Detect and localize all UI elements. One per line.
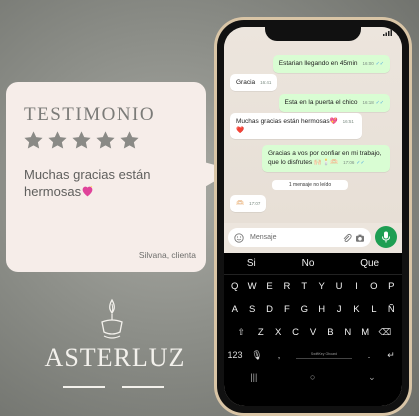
phone-bezel: Estarian llegando en 45min 16:00 ✓✓ Graci… bbox=[217, 20, 409, 413]
message-bubble-incoming[interactable]: Muchas gracias están hermosas💖 16:51 ❤️ bbox=[230, 113, 362, 139]
recent-apps-icon[interactable]: ||| bbox=[250, 372, 257, 382]
comma-key[interactable]: , bbox=[268, 350, 290, 360]
key[interactable]: A bbox=[226, 304, 243, 315]
message-input-bar[interactable]: Mensaje bbox=[228, 228, 371, 247]
key[interactable]: R bbox=[278, 281, 295, 292]
key[interactable]: Z bbox=[252, 327, 269, 338]
candle-icon bbox=[101, 298, 123, 339]
logo-underline-left bbox=[63, 386, 105, 388]
key[interactable]: X bbox=[270, 327, 287, 338]
microphone-key-icon[interactable]: 🎙 bbox=[246, 350, 268, 361]
star-icon bbox=[120, 131, 139, 149]
key[interactable]: O bbox=[365, 281, 382, 292]
message-text: Muchas gracias están hermosas💖 bbox=[236, 118, 338, 125]
key[interactable]: K bbox=[348, 304, 365, 315]
enter-key-icon[interactable]: ↵ bbox=[380, 350, 402, 361]
key[interactable]: Q bbox=[226, 281, 243, 292]
star-icon bbox=[48, 131, 67, 149]
key[interactable]: D bbox=[261, 304, 278, 315]
star-icon bbox=[96, 131, 115, 149]
brand-logo-text: ASTERLUZ bbox=[44, 343, 186, 372]
message-bubble-incoming[interactable]: Gracia 16:41 bbox=[230, 74, 278, 91]
sparkling-heart-icon bbox=[82, 185, 93, 197]
message-text: 🫶🏻 bbox=[236, 200, 245, 207]
key[interactable]: H bbox=[313, 304, 330, 315]
star-icon bbox=[72, 131, 91, 149]
suggestion-strip: Si No Que bbox=[224, 253, 402, 275]
message-text: Gracia bbox=[236, 79, 256, 86]
signal-icon bbox=[383, 29, 392, 36]
backspace-key-icon[interactable]: ⌫ bbox=[374, 327, 396, 338]
read-ticks-icon: ✓✓ bbox=[375, 100, 384, 106]
phone-notch bbox=[265, 27, 361, 41]
message-time: 17:06 bbox=[343, 160, 355, 165]
attach-icon[interactable] bbox=[342, 233, 352, 243]
key[interactable]: C bbox=[287, 327, 304, 338]
message-time: 17:07 bbox=[249, 201, 261, 206]
keyboard-bottom-row: 123 🎙 , SwiftKey Gboard . ↵ bbox=[224, 344, 402, 366]
message-time: 16:41 bbox=[260, 80, 272, 85]
message-text: Estarian llegando en 45min bbox=[278, 60, 358, 67]
logo-underline-right bbox=[122, 386, 164, 388]
voice-message-button[interactable] bbox=[375, 226, 397, 248]
star-icon bbox=[24, 131, 43, 149]
microphone-icon bbox=[382, 231, 390, 243]
message-bubble-outgoing[interactable]: Gracias a vos por confiar en mi trabajo,… bbox=[262, 145, 390, 172]
key[interactable]: Y bbox=[313, 281, 330, 292]
status-bar bbox=[383, 29, 392, 38]
keyboard-row-2: A S D F G H J K L Ñ bbox=[224, 298, 402, 321]
testimonial-card: TESTIMONIO Muchas gracias están hermosas… bbox=[6, 82, 206, 272]
key[interactable]: B bbox=[322, 327, 339, 338]
keyboard-row-3: ⇧ Z X C V B N M ⌫ bbox=[224, 321, 402, 344]
testimonial-text-block: Muchas gracias están hermosas bbox=[24, 166, 194, 200]
key[interactable]: J bbox=[330, 304, 347, 315]
key[interactable]: G bbox=[296, 304, 313, 315]
back-chevron-icon[interactable]: ⌄ bbox=[368, 372, 376, 383]
message-time: 16:51 bbox=[342, 119, 354, 124]
testimonial-title: TESTIMONIO bbox=[24, 104, 156, 125]
key[interactable]: T bbox=[296, 281, 313, 292]
key[interactable]: Ñ bbox=[383, 304, 400, 315]
key[interactable]: L bbox=[365, 304, 382, 315]
message-time: 16:00 bbox=[362, 61, 374, 66]
numbers-key[interactable]: 123 bbox=[224, 350, 246, 360]
period-key[interactable]: . bbox=[358, 350, 380, 360]
key[interactable]: F bbox=[278, 304, 295, 315]
key[interactable]: I bbox=[348, 281, 365, 292]
suggestion-item[interactable]: No bbox=[302, 258, 315, 269]
shift-key-icon[interactable]: ⇧ bbox=[230, 327, 252, 338]
suggestion-item[interactable]: Que bbox=[360, 258, 379, 269]
camera-icon[interactable] bbox=[355, 233, 365, 243]
message-bubble-incoming[interactable]: 🫶🏻 17:07 bbox=[230, 195, 267, 212]
message-input-placeholder[interactable]: Mensaje bbox=[250, 234, 339, 241]
keyboard-row-1: Q W E R T Y U I O P bbox=[224, 275, 402, 298]
chat-area[interactable]: Estarian llegando en 45min 16:00 ✓✓ Graci… bbox=[224, 27, 402, 223]
unread-messages-notice: 1 mensaje no leído bbox=[272, 180, 348, 190]
key[interactable]: V bbox=[304, 327, 321, 338]
key[interactable]: U bbox=[330, 281, 347, 292]
space-bar[interactable]: SwiftKey Gboard bbox=[296, 352, 352, 359]
read-ticks-icon: ✓✓ bbox=[375, 61, 384, 67]
android-nav-bar: ||| ○ ⌄ bbox=[224, 366, 402, 388]
rating-stars bbox=[23, 130, 140, 151]
suggestion-item[interactable]: Si bbox=[247, 258, 256, 269]
key[interactable]: W bbox=[243, 281, 260, 292]
home-icon[interactable]: ○ bbox=[310, 372, 315, 382]
key[interactable]: M bbox=[356, 327, 373, 338]
emoji-icon[interactable] bbox=[234, 232, 244, 243]
read-ticks-icon: ✓✓ bbox=[356, 160, 365, 166]
key[interactable]: P bbox=[383, 281, 400, 292]
message-reaction: ❤️ bbox=[236, 127, 245, 134]
phone-screen: Estarian llegando en 45min 16:00 ✓✓ Graci… bbox=[224, 27, 402, 406]
message-time: 16:18 bbox=[362, 100, 374, 105]
key[interactable]: N bbox=[339, 327, 356, 338]
testimonial-author: Silvana, clienta bbox=[138, 250, 196, 260]
message-bubble-outgoing[interactable]: Esta en la puerta el chico 16:18 ✓✓ bbox=[278, 94, 390, 112]
key[interactable]: S bbox=[243, 304, 260, 315]
key[interactable]: E bbox=[261, 281, 278, 292]
on-screen-keyboard: Si No Que Q W E R T Y U I O P A S D F G … bbox=[224, 253, 402, 406]
message-bubble-outgoing[interactable]: Estarian llegando en 45min 16:00 ✓✓ bbox=[272, 55, 390, 73]
phone-mockup: Estarian llegando en 45min 16:00 ✓✓ Graci… bbox=[214, 17, 412, 416]
message-text: Esta en la puerta el chico bbox=[284, 99, 358, 106]
